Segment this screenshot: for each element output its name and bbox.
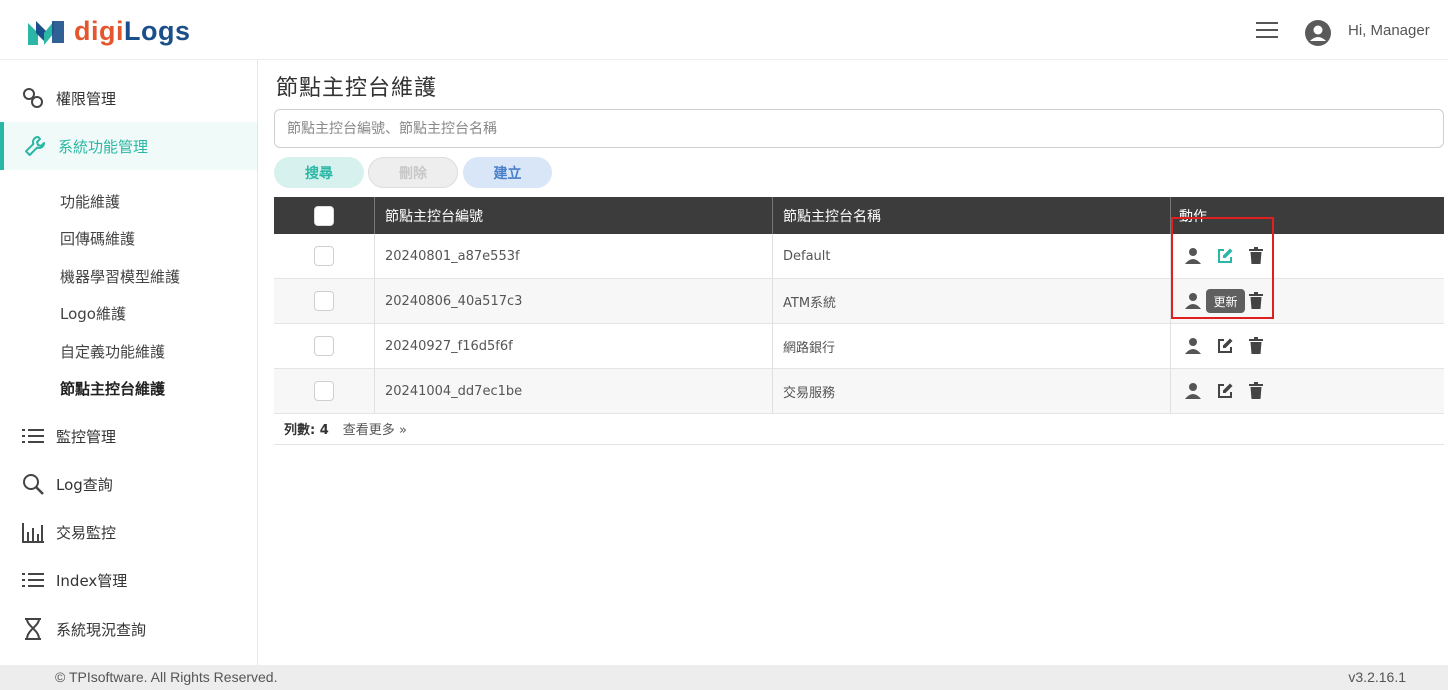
- create-button[interactable]: 建立: [463, 157, 552, 188]
- sidebar-item-monitoring[interactable]: 監控管理: [0, 412, 257, 460]
- annotation-highlight-box: [1171, 217, 1274, 319]
- sidebar-item-permissions[interactable]: 權限管理: [0, 74, 257, 122]
- cell-id: 20241004_dd7ec1be: [374, 369, 772, 413]
- user-avatar-icon[interactable]: [1305, 20, 1331, 46]
- see-more-link[interactable]: 查看更多 »: [343, 419, 407, 438]
- row-checkbox-cell: [274, 369, 374, 413]
- logo-text: digiLogs: [74, 16, 191, 47]
- cell-actions: [1170, 324, 1444, 368]
- sidebar-item-label: 系統功能管理: [58, 137, 149, 156]
- search-icon: [20, 471, 46, 497]
- user-icon[interactable]: [1184, 382, 1202, 400]
- column-header-id[interactable]: 節點主控台編號: [374, 197, 772, 234]
- cell-actions: [1170, 369, 1444, 413]
- sidebar: 權限管理 系統功能管理 功能維護 回傳碼維護 機器學習模型維護 Logo維護 自…: [0, 60, 258, 665]
- search-button[interactable]: 搜尋: [274, 157, 364, 188]
- cell-id: 20240927_f16d5f6f: [374, 324, 772, 368]
- logo-mark-icon: [28, 20, 64, 45]
- edit-icon[interactable]: [1216, 337, 1234, 355]
- users-icon: [20, 85, 46, 111]
- cell-name: ATM系統: [772, 279, 1170, 323]
- edit-icon[interactable]: [1216, 382, 1234, 400]
- top-header: digiLogs Hi, Manager: [0, 0, 1448, 60]
- sidebar-item-system-status[interactable]: 系統現況查詢: [0, 605, 257, 653]
- hourglass-icon: [20, 616, 46, 642]
- logo-text-digi: digi: [74, 16, 124, 46]
- sidebar-item-label: 權限管理: [56, 89, 117, 108]
- sidebar-item-system-functions[interactable]: 系統功能管理: [0, 122, 257, 170]
- list-icon: [20, 423, 46, 449]
- row-checkbox[interactable]: [314, 336, 334, 356]
- cell-id: 20240801_a87e553f: [374, 234, 772, 278]
- row-checkbox[interactable]: [314, 291, 334, 311]
- column-header-name[interactable]: 節點主控台名稱: [772, 197, 1170, 234]
- row-checkbox-cell: [274, 324, 374, 368]
- sidebar-item-label: Log查詢: [56, 475, 113, 494]
- wrench-icon: [22, 133, 48, 159]
- logo-text-logs: Logs: [124, 16, 191, 46]
- user-greeting[interactable]: Hi, Manager: [1348, 22, 1430, 39]
- table-row: 20241004_dd7ec1be 交易服務: [274, 369, 1444, 414]
- page-title: 節點主控台維護: [276, 76, 438, 101]
- row-checkbox-cell: [274, 279, 374, 323]
- double-chevron-right-icon: »: [398, 423, 407, 438]
- digilogs-logo[interactable]: digiLogs: [26, 16, 191, 47]
- row-checkbox[interactable]: [314, 381, 334, 401]
- sidebar-item-transaction-monitoring[interactable]: 交易監控: [0, 508, 257, 556]
- cell-name: Default: [772, 234, 1170, 278]
- sidebar-item-log-query[interactable]: Log查詢: [0, 460, 257, 508]
- row-checkbox[interactable]: [314, 246, 334, 266]
- page-footer: © TPIsoftware. All Rights Reserved. v3.2…: [0, 665, 1448, 690]
- sidebar-item-index-management[interactable]: Index管理: [0, 556, 257, 604]
- table-footer: 列數: 4 查看更多 »: [274, 413, 1444, 445]
- list-icon: [20, 567, 46, 593]
- search-input[interactable]: [274, 109, 1444, 148]
- sub-item-function-maintenance[interactable]: 功能維護: [60, 191, 120, 212]
- row-count-label: 列數: 4: [284, 423, 329, 438]
- sidebar-item-label: Index管理: [56, 571, 128, 590]
- trash-icon[interactable]: [1248, 382, 1264, 400]
- select-all-checkbox[interactable]: [314, 205, 334, 226]
- sub-item-logo-maintenance[interactable]: Logo維護: [60, 303, 126, 324]
- header-checkbox-cell: [274, 197, 374, 234]
- sidebar-item-label: 監控管理: [56, 427, 117, 446]
- row-checkbox-cell: [274, 234, 374, 278]
- sub-item-node-console-maintenance[interactable]: 節點主控台維護: [60, 378, 165, 399]
- sidebar-item-label: 交易監控: [56, 523, 117, 542]
- see-more-label: 查看更多: [342, 423, 395, 438]
- cell-id: 20240806_40a517c3: [374, 279, 772, 323]
- user-icon[interactable]: [1184, 337, 1202, 355]
- copyright-text: © TPIsoftware. All Rights Reserved.: [55, 669, 278, 685]
- hamburger-menu-icon[interactable]: [1256, 22, 1278, 40]
- sub-item-custom-function-maintenance[interactable]: 自定義功能維護: [60, 341, 165, 362]
- sub-item-return-code-maintenance[interactable]: 回傳碼維護: [60, 228, 135, 249]
- table-row: 20240927_f16d5f6f 網路銀行: [274, 324, 1444, 369]
- delete-button[interactable]: 刪除: [368, 157, 458, 188]
- trash-icon[interactable]: [1248, 337, 1264, 355]
- sub-item-ml-model-maintenance[interactable]: 機器學習模型維護: [60, 266, 180, 287]
- version-text: v3.2.16.1: [1348, 669, 1406, 685]
- sidebar-item-label: 系統現況查詢: [56, 620, 147, 639]
- bar-chart-icon: [20, 519, 46, 545]
- cell-name: 交易服務: [772, 369, 1170, 413]
- cell-name: 網路銀行: [772, 324, 1170, 368]
